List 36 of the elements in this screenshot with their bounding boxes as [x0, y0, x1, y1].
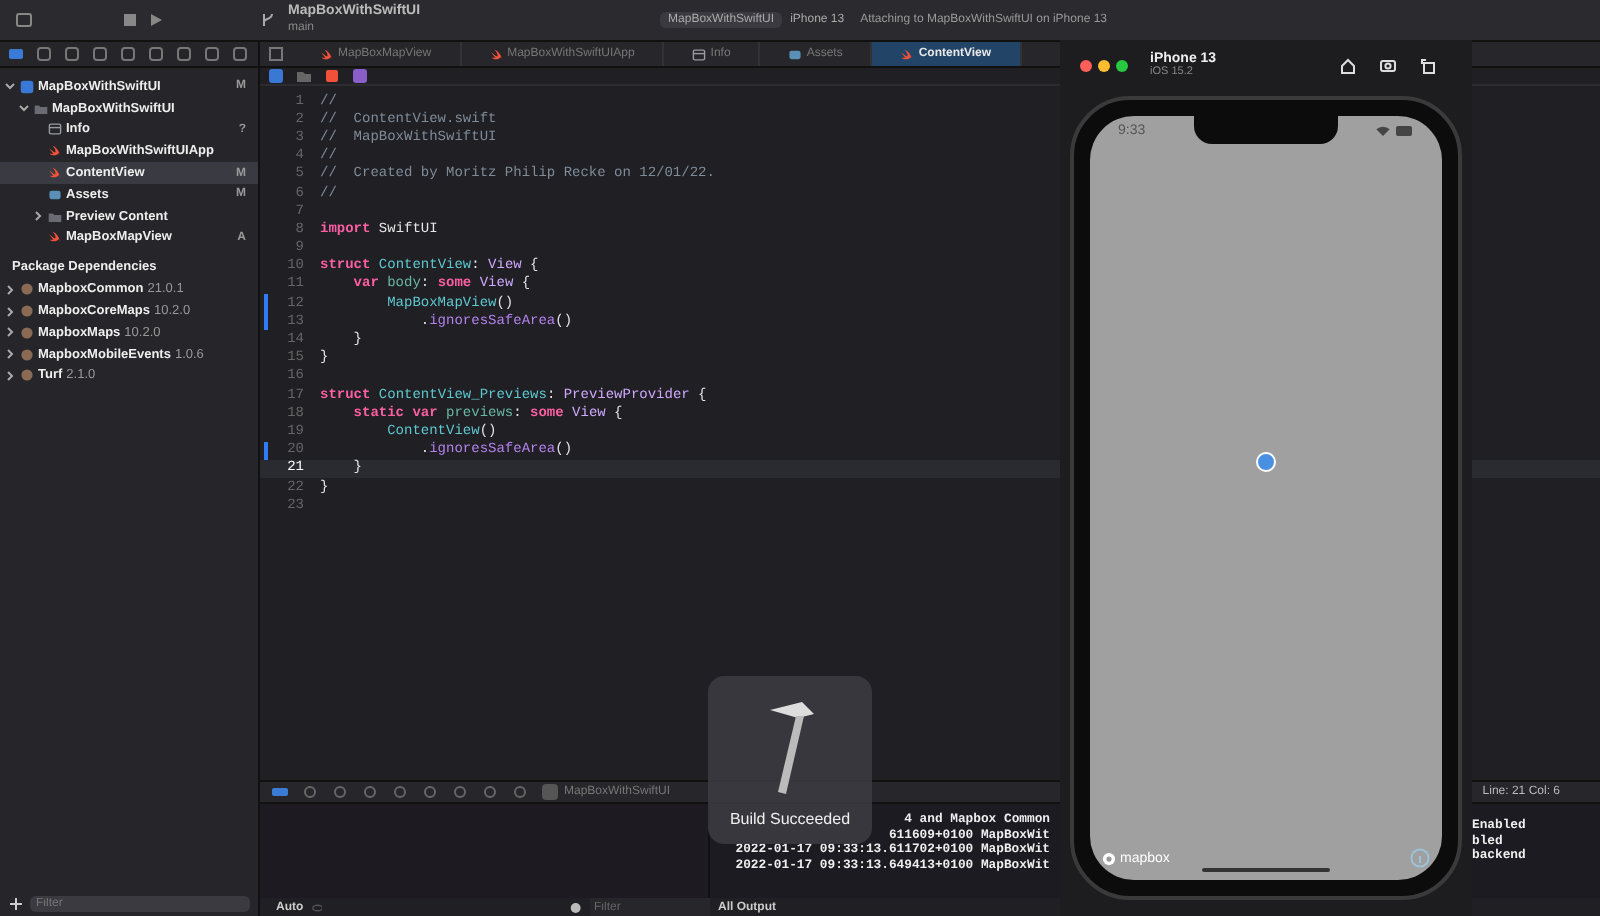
branch-icon [260, 12, 276, 28]
disclosure-chevron-icon[interactable] [4, 326, 16, 339]
asset-catalog-icon [48, 187, 62, 202]
swift-file-icon [48, 230, 62, 245]
battery-icon [1396, 125, 1414, 135]
camera-notch [1194, 116, 1338, 144]
stop-icon[interactable] [122, 12, 138, 28]
disclosure-chevron-icon[interactable] [4, 305, 16, 318]
disclosure-chevron-icon[interactable] [18, 102, 30, 115]
wifi-icon [1376, 125, 1390, 135]
app-icon [542, 784, 558, 800]
folder-icon[interactable] [8, 46, 24, 62]
disclosure-chevron-icon[interactable] [4, 283, 16, 296]
swift-file-icon [489, 47, 504, 61]
add-icon[interactable] [8, 896, 24, 912]
sidebar-toggle-icon[interactable] [16, 12, 32, 28]
struct-symbol-icon[interactable] [352, 68, 368, 84]
panel-toggle-icon[interactable] [272, 784, 288, 800]
build-status-message: Build Succeeded [729, 810, 851, 828]
project-icon [20, 79, 34, 94]
folder-icon [48, 209, 62, 224]
table-file-icon [48, 122, 62, 137]
disclosure-chevron-icon[interactable] [4, 348, 16, 361]
play-icon[interactable] [148, 12, 164, 28]
table-file-icon [692, 47, 707, 61]
rotate-icon[interactable] [1420, 58, 1436, 74]
swift-file-icon [900, 47, 915, 61]
disclosure-chevron-icon[interactable] [4, 80, 16, 93]
location-dot [1256, 452, 1276, 473]
folder-icon [34, 101, 48, 116]
project-icon[interactable] [268, 68, 284, 84]
disclosure-chevron-icon[interactable] [32, 210, 44, 223]
screenshot-icon[interactable] [1380, 58, 1396, 74]
asset-catalog-icon [788, 47, 803, 61]
home-icon[interactable] [1340, 58, 1356, 74]
disclosure-chevron-icon[interactable] [4, 369, 16, 382]
